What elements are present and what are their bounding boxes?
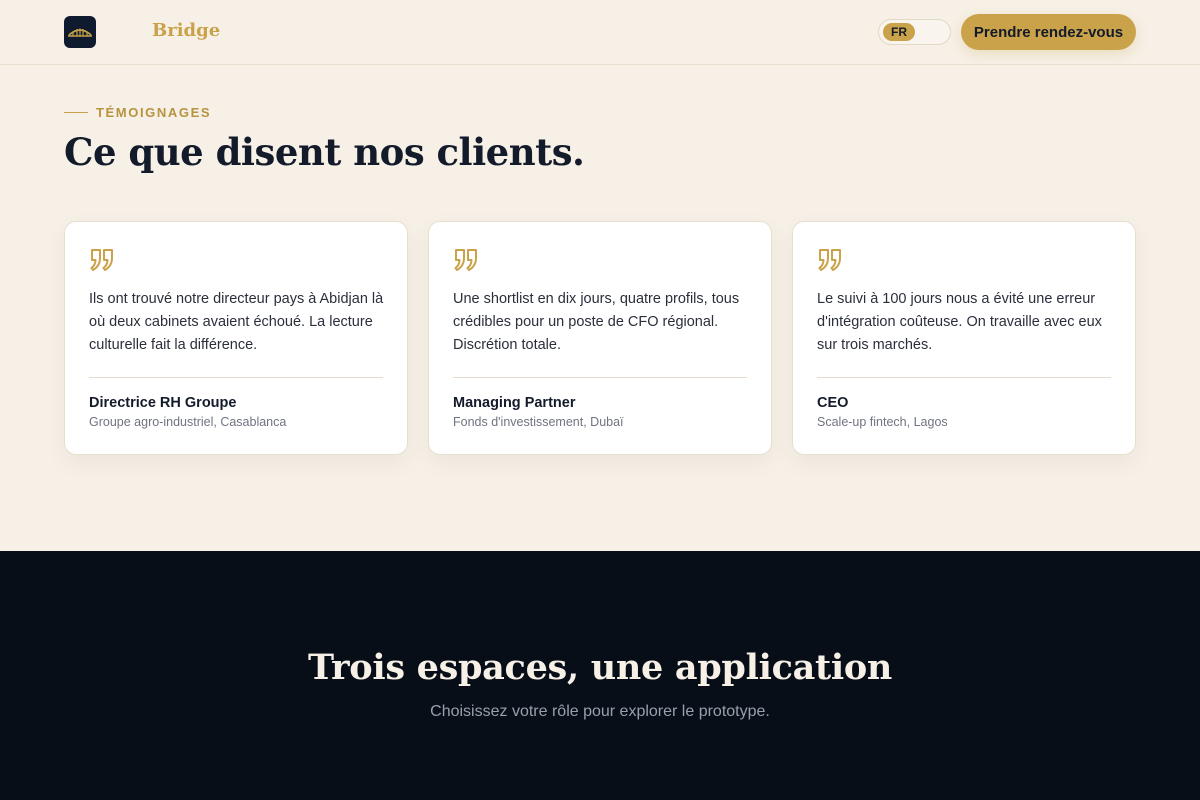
- language-toggle[interactable]: FR: [878, 19, 951, 45]
- quote-icon: [818, 249, 841, 271]
- testimonial-author: Managing Partner: [453, 395, 576, 411]
- testimonial-author: CEO: [817, 395, 849, 411]
- site-header: Bridge FR Prendre rendez-vous: [0, 0, 1200, 65]
- bridge-logo-icon[interactable]: [64, 16, 96, 48]
- testimonial-card: Une shortlist en dix jours, quatre profi…: [428, 221, 772, 455]
- testimonial-company: Scale-up fintech, Lagos: [817, 415, 948, 429]
- card-divider: [817, 377, 1111, 378]
- testimonial-card: Ils ont trouvé notre directeur pays à Ab…: [64, 221, 408, 455]
- brand-name[interactable]: Bridge: [152, 20, 220, 41]
- testimonial-quote: Une shortlist en dix jours, quatre profi…: [453, 291, 740, 353]
- quote-icon: [90, 249, 113, 271]
- quote-icon: [454, 249, 477, 271]
- section-eyebrow: TÉMOIGNAGES: [64, 105, 211, 120]
- language-option-fr[interactable]: FR: [883, 23, 915, 41]
- testimonial-quote: Ils ont trouvé notre directeur pays à Ab…: [89, 291, 384, 353]
- testimonial-quote: Le suivi à 100 jours nous a évité une er…: [817, 291, 1102, 353]
- testimonial-company: Groupe agro-industriel, Casablanca: [89, 415, 287, 429]
- spaces-title: Trois espaces, une application: [307, 647, 893, 688]
- spaces-section: Trois espaces, une application Choisisse…: [0, 551, 1200, 800]
- card-divider: [453, 377, 747, 378]
- spaces-subtitle: Choisissez votre rôle pour explorer le p…: [430, 703, 770, 720]
- testimonial-company: Fonds d'investissement, Dubaï: [453, 415, 624, 429]
- section-title: Ce que disent nos clients.: [64, 130, 585, 174]
- card-divider: [89, 377, 383, 378]
- testimonial-author: Directrice RH Groupe: [89, 395, 237, 411]
- testimonial-card: Le suivi à 100 jours nous a évité une er…: [792, 221, 1136, 455]
- eyebrow-label: TÉMOIGNAGES: [96, 105, 212, 120]
- eyebrow-line: [64, 112, 88, 113]
- book-appointment-button[interactable]: Prendre rendez-vous: [961, 14, 1136, 50]
